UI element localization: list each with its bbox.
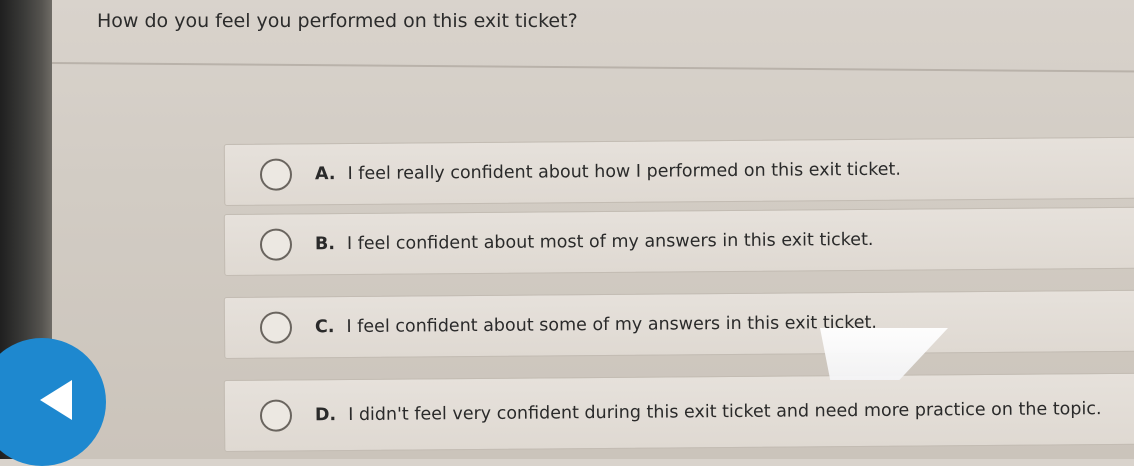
screen-glare — [820, 328, 948, 380]
radio-circle-icon[interactable] — [259, 399, 293, 432]
answer-option-a[interactable]: A. I feel really confident about how I pe… — [223, 136, 1134, 206]
radio-circle-icon[interactable] — [259, 228, 293, 261]
option-letter: A. — [314, 164, 336, 185]
exit-ticket-page: How do you feel you performed on this ex… — [51, 0, 1134, 459]
answer-option-b[interactable]: B. I feel confident about most of my answ… — [223, 206, 1134, 276]
divider — [51, 62, 1134, 73]
left-triangle-icon — [40, 380, 72, 420]
answer-option-label: C. I feel confident about some of my answ… — [315, 313, 877, 337]
option-letter: B. — [314, 234, 336, 255]
option-text: I feel confident about most of my answer… — [346, 229, 874, 255]
option-letter: C. — [314, 317, 335, 338]
radio-circle-icon[interactable] — [259, 158, 293, 191]
answer-option-label: B. I feel confident about most of my answ… — [315, 230, 874, 254]
option-text: I didn't feel very confident during this… — [348, 399, 1102, 426]
answer-option-label: D. I didn't feel very confident during th… — [315, 399, 1102, 425]
question-text: How do you feel you performed on this ex… — [97, 10, 578, 32]
answer-option-d[interactable]: D. I didn't feel very confident during th… — [223, 372, 1134, 452]
option-letter: D. — [314, 405, 337, 426]
answer-option-label: A. I feel really confident about how I pe… — [315, 160, 901, 185]
option-text: I feel confident about some of my answer… — [346, 312, 877, 338]
option-text: I feel really confident about how I perf… — [347, 159, 901, 185]
answer-option-c[interactable]: C. I feel confident about some of my answ… — [223, 289, 1134, 359]
radio-circle-icon[interactable] — [259, 311, 293, 344]
